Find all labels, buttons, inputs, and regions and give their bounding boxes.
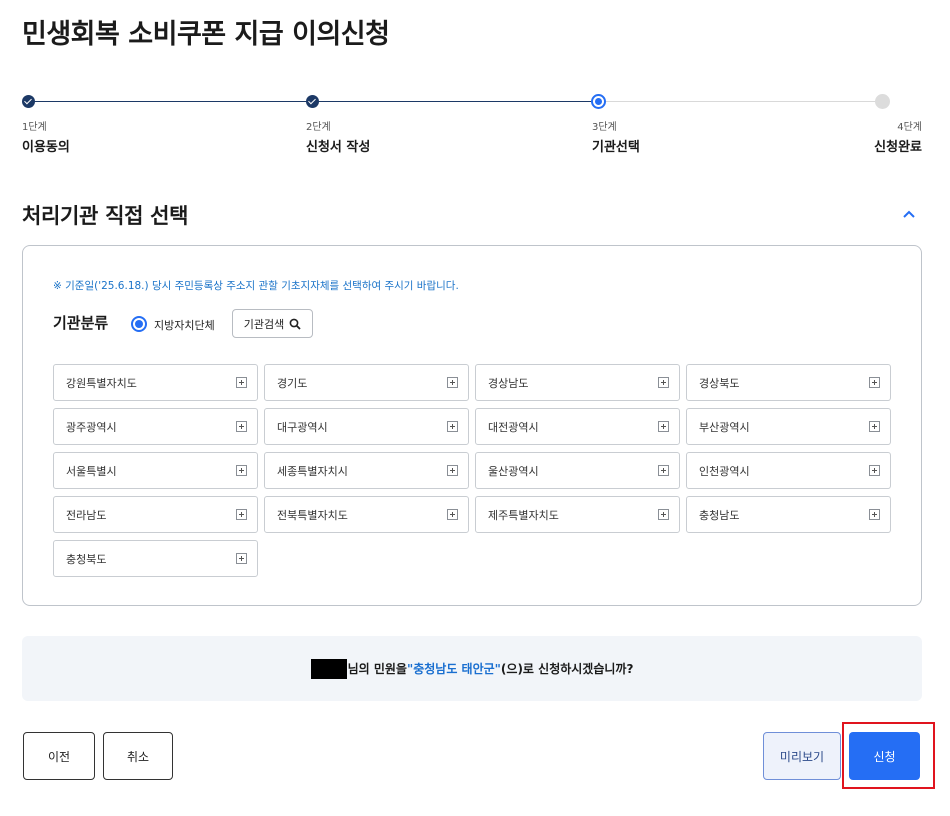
confirm-prefix: 님의 민원을 <box>347 662 407 676</box>
region-label: 전북특별자치도 <box>277 508 348 522</box>
local-government-radio[interactable] <box>131 316 147 332</box>
step-number: 3단계 <box>592 122 617 133</box>
selected-org: "충청남도 태안군" <box>406 662 501 676</box>
region-label: 울산광역시 <box>488 464 539 478</box>
plus-icon <box>869 421 880 432</box>
apply-button[interactable]: 신청 <box>849 732 920 780</box>
region-label: 경상남도 <box>488 376 529 390</box>
region-item[interactable]: 광주광역시 <box>53 408 258 445</box>
region-item[interactable]: 충청남도 <box>686 496 891 533</box>
prev-button[interactable]: 이전 <box>23 732 95 780</box>
check-icon <box>22 95 35 108</box>
chevron-up-icon[interactable] <box>900 205 918 223</box>
redacted-name <box>310 658 347 679</box>
step-number: 1단계 <box>22 122 47 133</box>
region-label: 강원특별자치도 <box>66 376 137 390</box>
step-name: 신청서 작성 <box>306 140 371 155</box>
region-item[interactable]: 세종특별자치시 <box>264 452 469 489</box>
region-label: 인천광역시 <box>699 464 750 478</box>
region-label: 세종특별자치시 <box>277 464 348 478</box>
search-icon <box>289 318 301 330</box>
region-label: 충청남도 <box>699 508 740 522</box>
region-item[interactable]: 인천광역시 <box>686 452 891 489</box>
section-title: 처리기관 직접 선택 <box>22 204 189 228</box>
region-item[interactable]: 울산광역시 <box>475 452 680 489</box>
preview-button[interactable]: 미리보기 <box>763 732 841 780</box>
step-name: 이용동의 <box>22 140 70 155</box>
current-step-icon <box>591 94 606 109</box>
region-label: 충청북도 <box>66 552 107 566</box>
region-item[interactable]: 대전광역시 <box>475 408 680 445</box>
confirm-suffix: (으)로 신청하시겠습니까? <box>500 662 634 676</box>
region-item[interactable]: 부산광역시 <box>686 408 891 445</box>
region-label: 광주광역시 <box>66 420 117 434</box>
region-label: 제주특별자치도 <box>488 508 559 522</box>
plus-icon <box>236 377 247 388</box>
agency-search-button[interactable]: 기관검색 <box>232 309 313 338</box>
plus-icon <box>236 465 247 476</box>
region-item[interactable]: 경기도 <box>264 364 469 401</box>
region-item[interactable]: 제주특별자치도 <box>475 496 680 533</box>
plus-icon <box>658 509 669 520</box>
region-item[interactable]: 전라남도 <box>53 496 258 533</box>
plus-icon <box>236 421 247 432</box>
progress-stepper: 1단계 이용동의 2단계 신청서 작성 3단계 기관선택 4단계 신청완료 <box>22 92 922 162</box>
radio-label: 지방자치단체 <box>154 319 215 332</box>
check-icon <box>306 95 319 108</box>
plus-icon <box>658 421 669 432</box>
confirm-message: 님의 민원을 "충청남도 태안군" (으)로 신청하시겠습니까? <box>22 636 922 701</box>
cancel-button[interactable]: 취소 <box>103 732 173 780</box>
region-label: 경기도 <box>277 376 308 390</box>
region-item[interactable]: 경상북도 <box>686 364 891 401</box>
region-item[interactable]: 전북특별자치도 <box>264 496 469 533</box>
step-number: 2단계 <box>306 122 331 133</box>
region-item[interactable]: 충청북도 <box>53 540 258 577</box>
step-name: 신청완료 <box>874 140 922 155</box>
notice-text: ※ 기준일('25.6.18.) 당시 주민등록상 주소지 관할 기초지자체를 … <box>53 280 459 292</box>
plus-icon <box>447 465 458 476</box>
region-label: 대구광역시 <box>277 420 328 434</box>
region-item[interactable]: 강원특별자치도 <box>53 364 258 401</box>
region-label: 부산광역시 <box>699 420 750 434</box>
plus-icon <box>447 421 458 432</box>
plus-icon <box>869 465 880 476</box>
region-item[interactable]: 경상남도 <box>475 364 680 401</box>
agency-select-panel: ※ 기준일('25.6.18.) 당시 주민등록상 주소지 관할 기초지자체를 … <box>22 245 922 606</box>
region-item[interactable]: 서울특별시 <box>53 452 258 489</box>
plus-icon <box>658 465 669 476</box>
category-label: 기관분류 <box>53 314 109 332</box>
plus-icon <box>236 553 247 564</box>
plus-icon <box>869 377 880 388</box>
plus-icon <box>447 509 458 520</box>
region-grid: 강원특별자치도 경기도 경상남도 경상북도 광주광역시 대구광역시 대전광역시 … <box>53 364 891 577</box>
search-label: 기관검색 <box>243 317 285 331</box>
region-label: 경상북도 <box>699 376 740 390</box>
region-label: 서울특별시 <box>66 464 117 478</box>
plus-icon <box>869 509 880 520</box>
pending-step-icon <box>875 94 890 109</box>
region-item[interactable]: 대구광역시 <box>264 408 469 445</box>
plus-icon <box>236 509 247 520</box>
step-line-2 <box>312 101 598 102</box>
step-line-1 <box>28 101 312 102</box>
page-title: 민생회복 소비쿠폰 지급 이의신청 <box>22 19 390 50</box>
region-label: 대전광역시 <box>488 420 539 434</box>
step-number: 4단계 <box>897 122 922 133</box>
step-name: 기관선택 <box>592 140 640 155</box>
plus-icon <box>447 377 458 388</box>
region-label: 전라남도 <box>66 508 107 522</box>
plus-icon <box>658 377 669 388</box>
step-line-3 <box>598 101 882 102</box>
